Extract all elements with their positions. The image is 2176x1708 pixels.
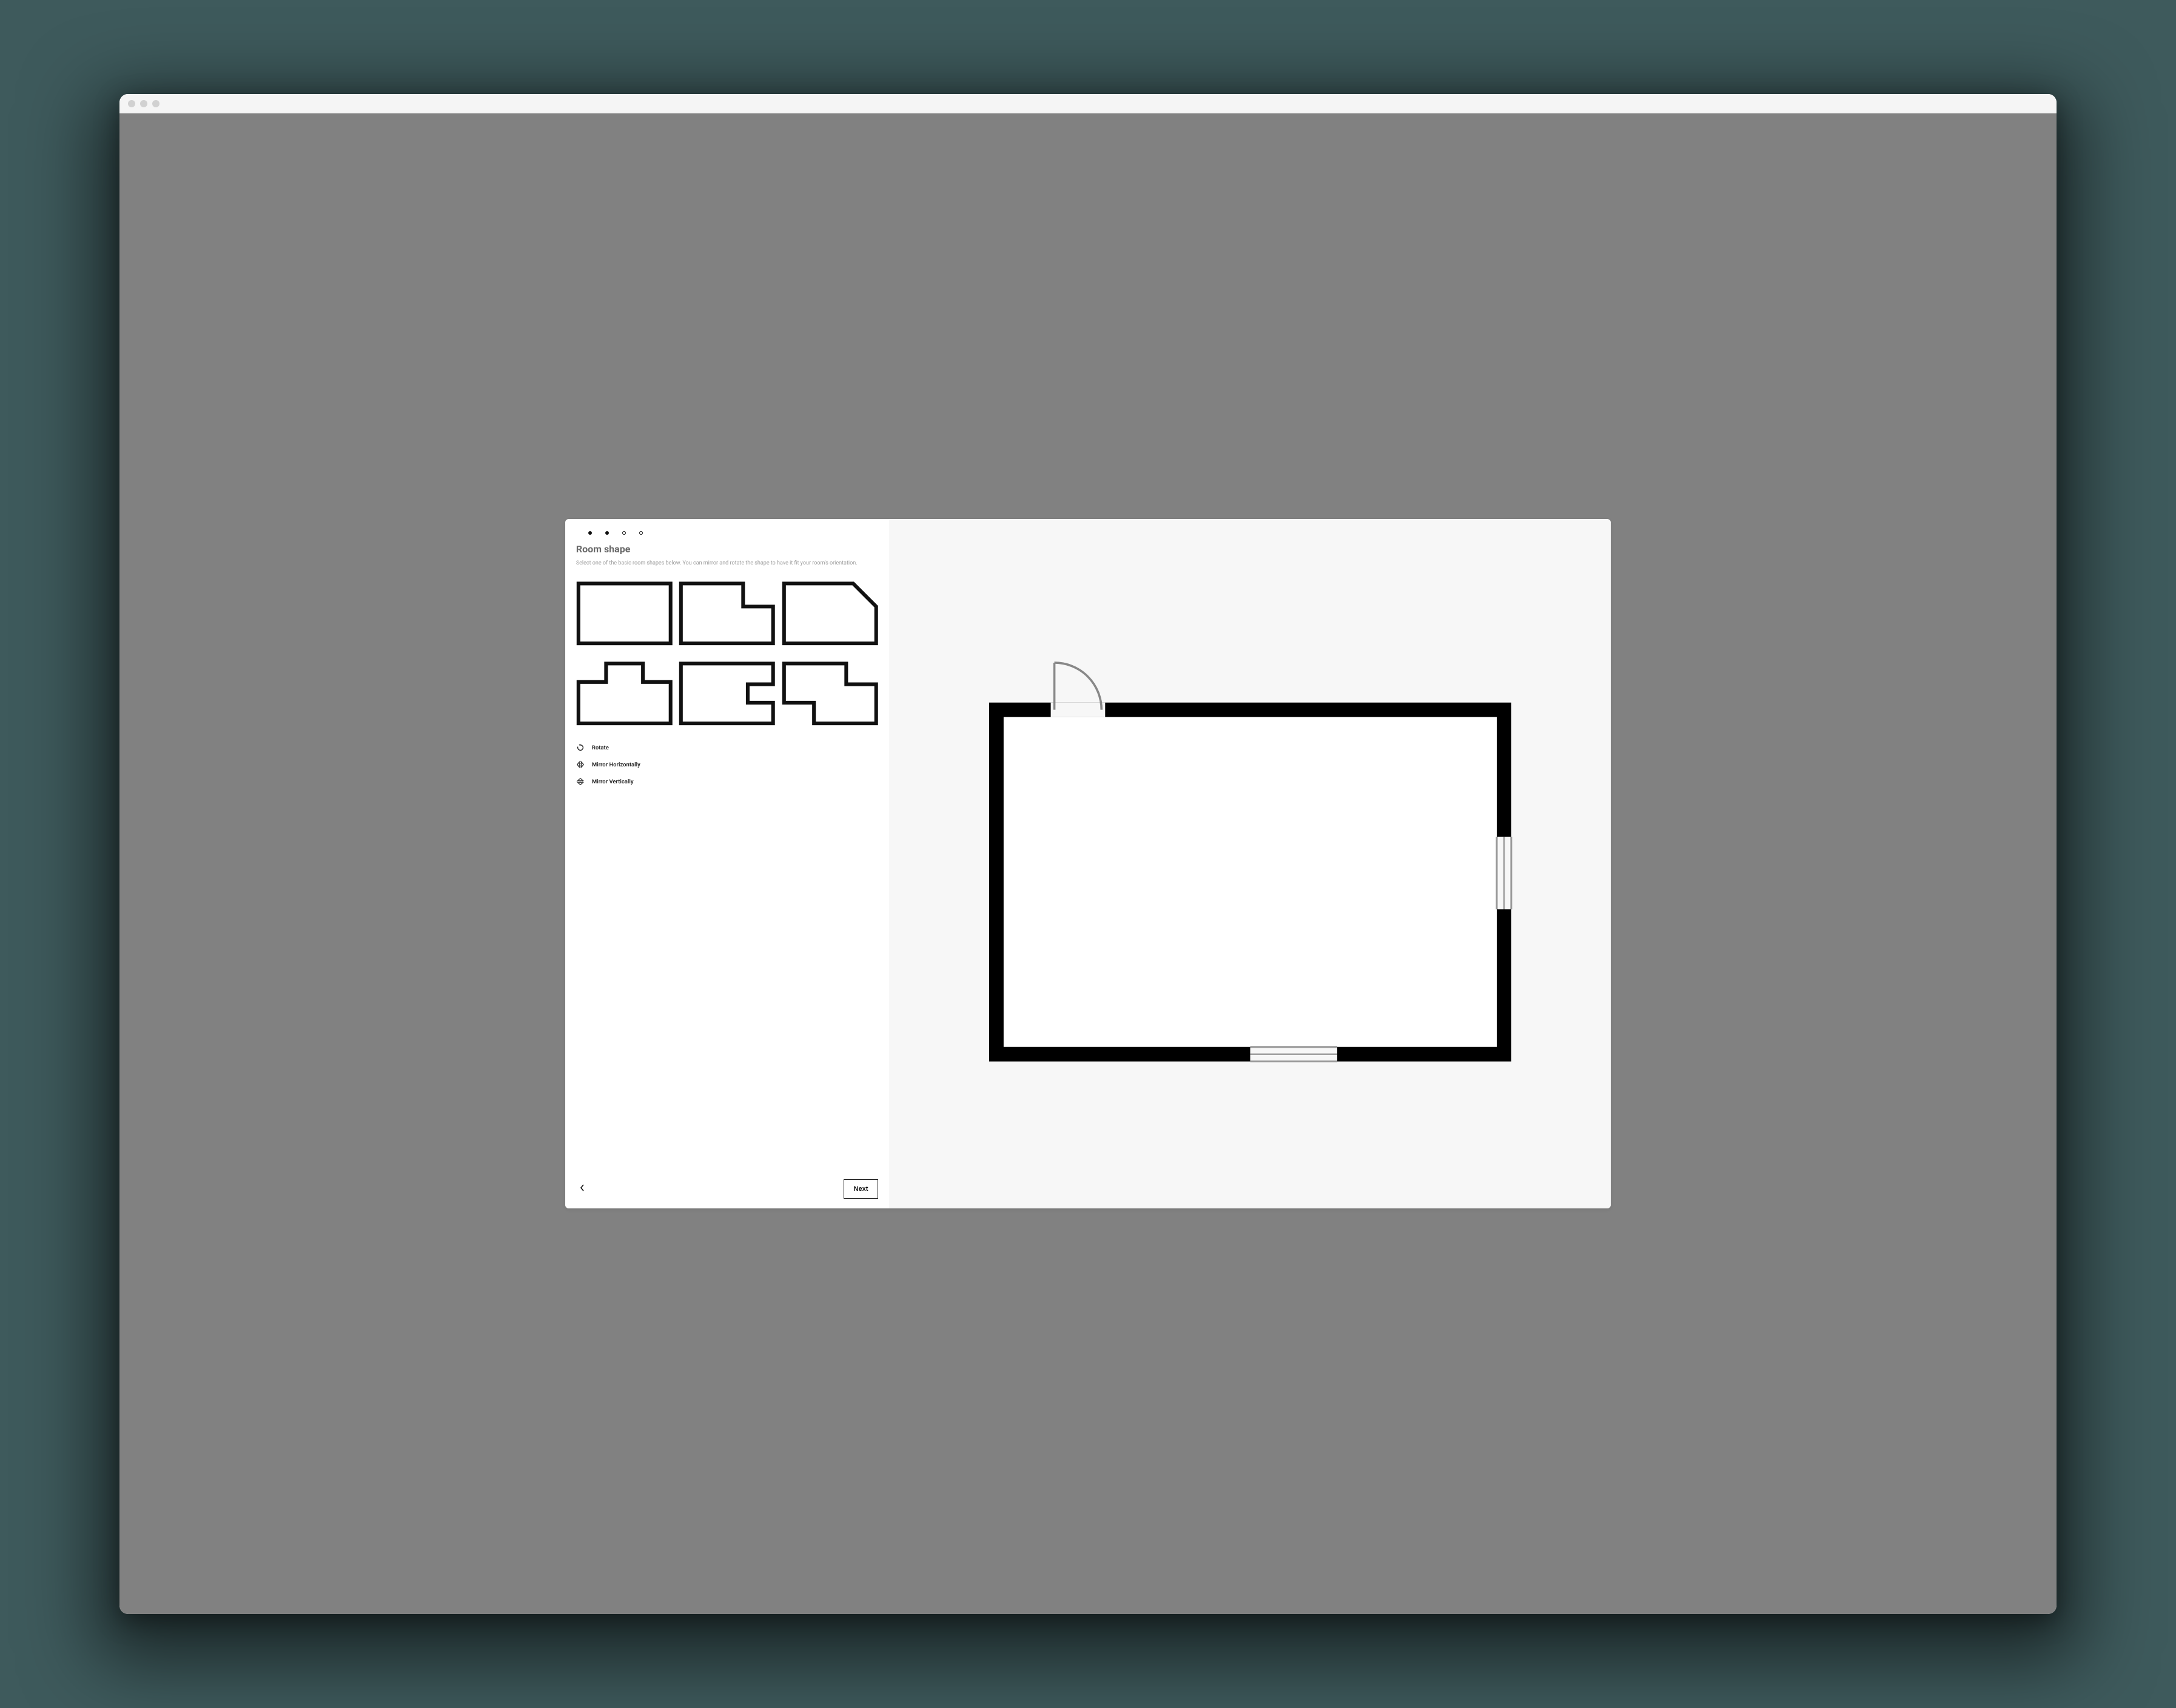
mirror-horizontal-icon <box>576 760 585 769</box>
mirror-horizontal-label: Mirror Horizontally <box>592 762 640 768</box>
stepper <box>576 531 879 543</box>
window-close-button[interactable] <box>128 100 135 107</box>
next-button[interactable]: Next <box>844 1179 879 1199</box>
dialog-preview-panel <box>889 519 1611 1208</box>
mirror-vertical-button[interactable]: Mirror Vertically <box>576 777 879 786</box>
window-maximize-button[interactable] <box>152 100 160 107</box>
shape-option-angled-corner[interactable] <box>782 577 879 651</box>
dialog-footer: Next <box>576 1170 879 1199</box>
app-content-backdrop: Room shape Select one of the basic room … <box>119 113 2056 1614</box>
shape-option-rectangle[interactable] <box>576 577 673 651</box>
mirror-horizontal-button[interactable]: Mirror Horizontally <box>576 760 879 769</box>
floorplan-preview <box>978 655 1522 1073</box>
step-dot-2[interactable] <box>605 531 609 535</box>
shape-option-t-top-notch[interactable] <box>576 657 673 731</box>
shape-option-l-top-right-notch[interactable] <box>679 577 776 651</box>
app-window: Room shape Select one of the basic room … <box>119 94 2056 1614</box>
window-bottom-icon <box>1250 1047 1337 1061</box>
dialog-description: Select one of the basic room shapes belo… <box>576 560 864 568</box>
step-dot-3[interactable] <box>622 531 626 535</box>
shape-option-c-right-notch[interactable] <box>679 657 776 731</box>
room-shape-dialog: Room shape Select one of the basic room … <box>565 519 1611 1208</box>
dialog-left-panel: Room shape Select one of the basic room … <box>565 519 890 1208</box>
dialog-title: Room shape <box>576 543 879 555</box>
step-dot-1[interactable] <box>588 531 592 535</box>
mirror-vertical-label: Mirror Vertically <box>592 779 634 785</box>
shape-option-step[interactable] <box>782 657 879 731</box>
rotate-icon <box>576 743 585 752</box>
chevron-left-icon <box>580 1184 585 1194</box>
shape-options-grid <box>576 577 879 730</box>
step-dot-4[interactable] <box>639 531 643 535</box>
transform-actions: Rotate Mirror Horizontally Mirror Vertic… <box>576 743 879 786</box>
rotate-label: Rotate <box>592 745 609 751</box>
window-titlebar <box>119 94 2056 113</box>
back-button[interactable] <box>576 1183 588 1195</box>
window-minimize-button[interactable] <box>140 100 147 107</box>
window-right-icon <box>1497 837 1511 909</box>
door-icon <box>1050 663 1105 717</box>
rotate-button[interactable]: Rotate <box>576 743 879 752</box>
mirror-vertical-icon <box>576 777 585 786</box>
